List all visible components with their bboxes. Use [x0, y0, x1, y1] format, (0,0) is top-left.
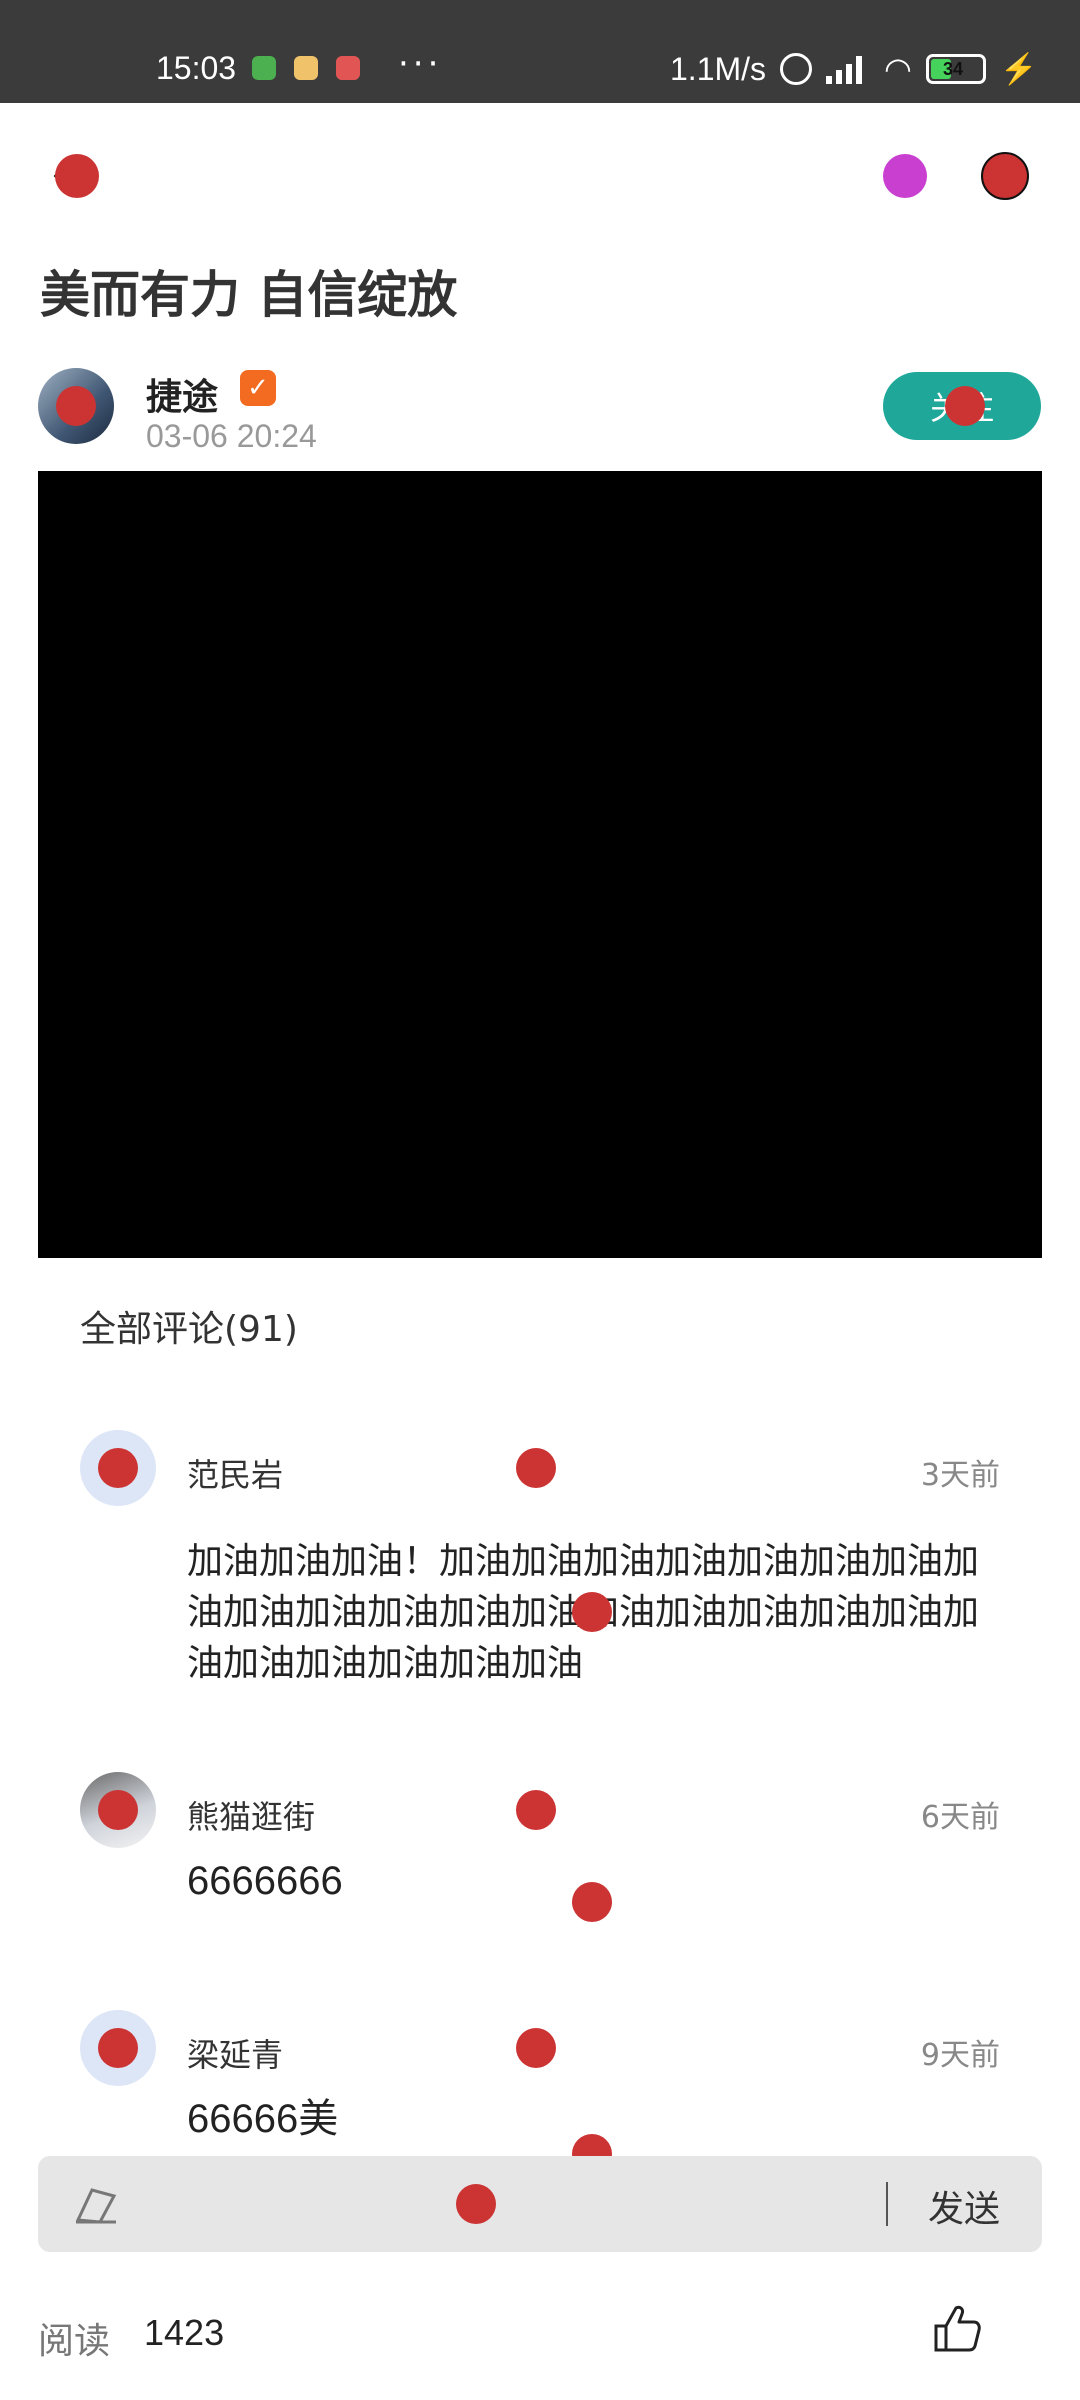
status-app-icons	[252, 56, 360, 80]
share-icon	[883, 154, 927, 198]
commenter-avatar[interactable]	[80, 2010, 156, 2086]
comment-marker	[516, 1790, 556, 1830]
status-right: 1.1M/s ◠ 34 ⚡	[670, 50, 1037, 88]
article-title: 美而有力 自信绽放	[40, 266, 458, 324]
app-icon	[252, 56, 276, 80]
author-avatar[interactable]	[38, 368, 114, 444]
comment-item: 熊猫逛街 6天前 6666666	[80, 1772, 1000, 1932]
more-button[interactable]	[970, 141, 1040, 211]
back-marker	[55, 154, 99, 198]
footer-bar: 阅读 1423	[38, 2300, 1042, 2370]
comment-time: 9天前	[920, 2038, 1000, 2073]
more-marker	[983, 154, 1027, 198]
thumbs-up-icon[interactable]	[928, 2300, 984, 2356]
comment-item: 范民岩 3天前 加油加油加油！加油加油加油加油加油加油加油加油加油加油加油加油加…	[80, 1430, 1000, 1690]
status-time: 15:03	[156, 50, 237, 86]
eraser-icon[interactable]	[72, 2182, 120, 2226]
comment-marker	[516, 2028, 556, 2068]
more-dots-icon: ···	[398, 44, 443, 84]
input-marker	[456, 2184, 496, 2224]
read-label: 阅读	[38, 2321, 111, 2362]
commenter-avatar[interactable]	[80, 1772, 156, 1848]
app-icon	[336, 56, 360, 80]
commenter-avatar[interactable]	[80, 1430, 156, 1506]
commenter-name[interactable]: 熊猫逛街	[187, 1792, 315, 1838]
verified-badge-icon: ✓	[240, 370, 276, 406]
wifi-icon: ◠	[884, 51, 912, 87]
status-bar: 15:03 ··· 1.1M/s ◠ 34 ⚡	[0, 0, 1080, 103]
comment-time: 6天前	[920, 1800, 1000, 1835]
author-name[interactable]: 捷途	[146, 368, 218, 420]
app-icon	[294, 56, 318, 80]
publish-time: 03-06 20:24	[146, 418, 317, 454]
input-divider	[886, 2182, 888, 2226]
commenter-name[interactable]: 梁延青	[187, 2030, 283, 2076]
battery-level: 34	[942, 59, 963, 79]
send-button[interactable]: 发送	[928, 2180, 1000, 2232]
comment-item: 梁延青 9天前 66666美	[80, 2010, 1000, 2174]
comment-marker	[516, 1448, 556, 1488]
signal-icon	[826, 54, 870, 84]
back-button[interactable]	[42, 141, 112, 211]
follow-button[interactable]: 关注	[883, 372, 1041, 440]
top-nav-bar	[0, 103, 1080, 248]
comments-header: 全部评论(91)	[80, 1309, 298, 1350]
comment-text-marker	[572, 1592, 612, 1632]
video-player[interactable]	[38, 471, 1042, 1258]
battery-icon: 34	[925, 54, 986, 84]
charging-icon: ⚡	[999, 52, 1038, 86]
comment-input-bar[interactable]: 发送	[38, 2156, 1042, 2252]
read-count: 1423	[144, 2312, 225, 2353]
commenter-name[interactable]: 范民岩	[187, 1450, 283, 1496]
comment-time: 3天前	[920, 1458, 1000, 1493]
share-button[interactable]	[870, 141, 940, 211]
follow-marker	[945, 386, 985, 426]
alarm-icon	[780, 53, 813, 85]
network-speed: 1.1M/s	[670, 50, 767, 87]
comment-text-marker	[572, 1882, 612, 1922]
author-row: 捷途 ✓ 03-06 20:24 关注	[38, 368, 1042, 454]
